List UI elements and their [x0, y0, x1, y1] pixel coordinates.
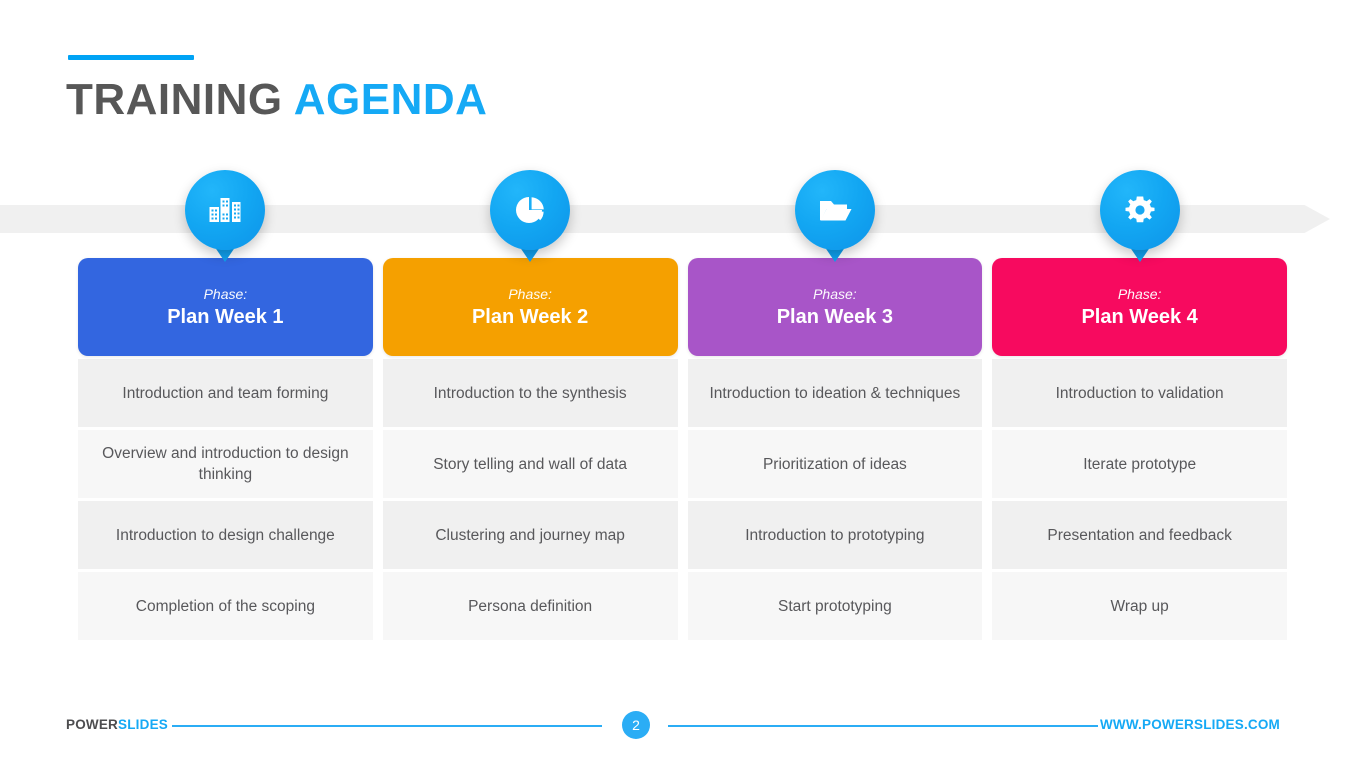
phase-label: Phase:	[508, 285, 552, 302]
phase-column-3: Phase: Plan Week 3 Introduction to ideat…	[687, 170, 983, 640]
footer-brand-logo: POWERSLIDES	[66, 717, 168, 732]
pin-circle	[185, 170, 266, 250]
phase-column-4: Phase: Plan Week 4 Introduction to valid…	[992, 170, 1287, 640]
phase-columns: Phase: Plan Week 1 Introduction and team…	[78, 170, 1287, 640]
phase-name: Plan Week 2	[471, 305, 589, 328]
agenda-row[interactable]: Introduction to design challenge	[78, 501, 373, 569]
buildings-icon	[209, 198, 241, 222]
gear-icon	[1125, 196, 1155, 223]
pin-circle	[1099, 170, 1180, 250]
agenda-row[interactable]: Iterate prototype	[992, 430, 1287, 498]
agenda-row[interactable]: Introduction and team forming	[78, 359, 373, 427]
phase-header-2: Phase: Plan Week 2	[382, 258, 678, 356]
open-folder-icon	[819, 201, 852, 221]
footer-divider-right	[668, 725, 1098, 727]
phase-header-3: Phase: Plan Week 3	[687, 258, 983, 356]
agenda-row[interactable]: Presentation and feedback	[992, 501, 1287, 569]
phase-header-4: Phase: Plan Week 4	[992, 258, 1287, 356]
page-title: TRAINING AGENDA	[66, 70, 487, 130]
page-number-badge: 2	[622, 711, 650, 739]
title-accent-bar	[68, 55, 194, 60]
phase-column-2: Phase: Plan Week 2 Introduction to the s…	[382, 170, 678, 640]
agenda-row[interactable]: Prioritization of ideas	[687, 430, 983, 498]
pie-chart-icon	[516, 197, 544, 223]
phase-rows-2: Introduction to the synthesis Story tell…	[382, 359, 678, 640]
agenda-row[interactable]: Completion of the scoping	[78, 572, 373, 640]
agenda-row[interactable]: Start prototyping	[687, 572, 983, 640]
footer-brand-accent: SLIDES	[118, 717, 168, 732]
footer-divider-left	[172, 725, 602, 727]
phase-pin-1[interactable]	[181, 170, 269, 270]
pin-circle	[490, 170, 571, 250]
agenda-row[interactable]: Wrap up	[992, 572, 1287, 640]
footer-brand-primary: POWER	[66, 717, 119, 732]
phase-rows-1: Introduction and team forming Overview a…	[78, 359, 373, 640]
phase-label: Phase:	[203, 285, 248, 302]
phase-name: Plan Week 3	[776, 305, 894, 328]
phase-name: Plan Week 4	[1081, 305, 1198, 328]
phase-header-1: Phase: Plan Week 1	[78, 258, 373, 356]
page-title-accent: AGENDA	[293, 75, 488, 124]
phase-label: Phase:	[1117, 285, 1162, 302]
pin-circle	[794, 170, 875, 250]
slide-canvas: TRAINING AGENDA Phase: Plan Week 1 Intro…	[0, 0, 1365, 767]
agenda-row[interactable]: Introduction to the synthesis	[382, 359, 678, 427]
agenda-row[interactable]: Introduction to ideation & techniques	[687, 359, 983, 427]
phase-rows-4: Introduction to validation Iterate proto…	[992, 359, 1287, 640]
phase-pin-2[interactable]	[486, 170, 574, 270]
phase-name: Plan Week 1	[167, 305, 284, 328]
agenda-row[interactable]: Clustering and journey map	[382, 501, 678, 569]
agenda-row[interactable]: Persona definition	[382, 572, 678, 640]
phase-pin-3[interactable]	[791, 170, 879, 270]
phase-column-1: Phase: Plan Week 1 Introduction and team…	[78, 170, 373, 640]
agenda-row[interactable]: Story telling and wall of data	[382, 430, 678, 498]
phase-rows-3: Introduction to ideation & techniques Pr…	[687, 359, 983, 640]
agenda-row[interactable]: Introduction to validation	[992, 359, 1287, 427]
footer: POWERSLIDES WWW.POWERSLIDES.COM	[0, 706, 1365, 746]
footer-website-url[interactable]: WWW.POWERSLIDES.COM	[1100, 717, 1280, 732]
agenda-row[interactable]: Introduction to prototyping	[687, 501, 983, 569]
phase-label: Phase:	[813, 285, 857, 302]
phase-pin-4[interactable]	[1096, 170, 1184, 270]
page-title-main: TRAINING	[66, 75, 283, 124]
agenda-row[interactable]: Overview and introduction to design thin…	[78, 430, 373, 498]
